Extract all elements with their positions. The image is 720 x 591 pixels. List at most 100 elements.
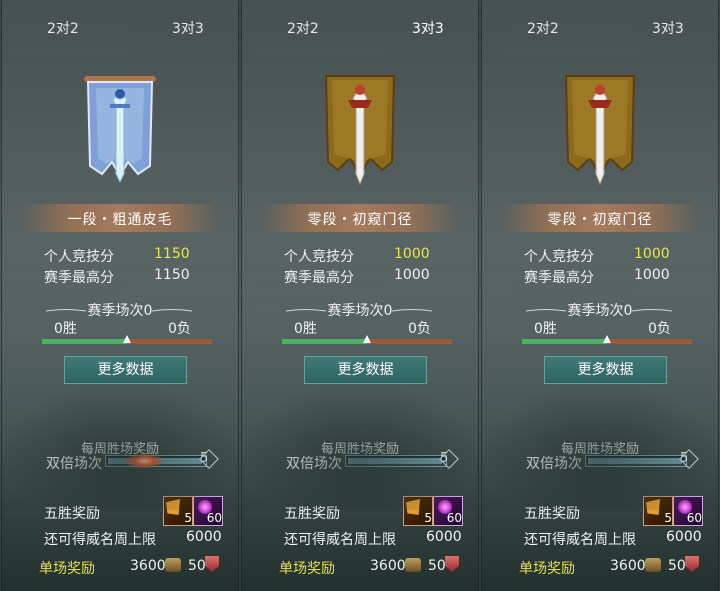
rank-name: 一段・粗通皮毛 <box>67 212 173 228</box>
wins-count: 0胜 <box>54 321 77 337</box>
double-games-label: 双倍场次 <box>46 456 102 472</box>
item-count: 60 <box>686 511 702 525</box>
season-high-value: 1000 <box>634 267 670 283</box>
honor-shield-icon <box>685 556 699 572</box>
five-win-label: 五胜奖励 <box>524 506 580 522</box>
tab-3v3[interactable]: 3对3 <box>390 14 466 38</box>
win-loss-bar <box>522 335 692 344</box>
rank-banner-sword-icon <box>564 75 636 186</box>
season-games: 赛季场次0 <box>87 303 153 319</box>
reputation-cap-label: 还可得威名周上限 <box>284 532 396 548</box>
honor-shield-icon <box>205 556 219 572</box>
treasure-chest-icon[interactable]: 5 <box>403 496 433 526</box>
season-high-label: 赛季最高分 <box>524 270 594 286</box>
purple-orb-icon[interactable]: 60 <box>433 496 463 526</box>
tab-3v3[interactable]: 3对3 <box>652 18 684 38</box>
tab-2v2[interactable]: 2对2 <box>287 18 319 38</box>
coin-value: 3600 <box>610 558 646 574</box>
reputation-cap-value: 6000 <box>666 529 702 545</box>
ornament-right-icon <box>632 309 672 312</box>
coin-icon <box>405 558 421 572</box>
win-loss-marker <box>123 335 131 343</box>
coin-icon <box>645 558 661 572</box>
rank-panel-1: 2对2 3对3 一段・粗通皮毛 个人竞技分 1150 赛季最高分 1150 赛季… <box>1 0 239 591</box>
honor-value: 50 <box>668 558 686 574</box>
five-win-label: 五胜奖励 <box>44 506 100 522</box>
double-games-bar <box>105 453 207 469</box>
double-track <box>588 458 682 464</box>
purple-orb-icon[interactable]: 60 <box>673 496 703 526</box>
single-reward-label: 单场奖励 <box>519 561 575 577</box>
personal-score-label: 个人竞技分 <box>284 249 354 265</box>
item-count: 5 <box>184 511 192 525</box>
five-win-label: 五胜奖励 <box>284 506 340 522</box>
more-data-button[interactable]: 更多数据 <box>544 356 667 384</box>
item-count: 5 <box>424 511 432 525</box>
personal-score-label: 个人竞技分 <box>44 249 114 265</box>
personal-score-value: 1000 <box>394 246 430 262</box>
season-games: 赛季场次0 <box>327 303 393 319</box>
item-count: 60 <box>206 511 222 525</box>
season-high-label: 赛季最高分 <box>284 270 354 286</box>
honor-shield-icon <box>445 556 459 572</box>
tab-2v2[interactable]: 2对2 <box>527 18 559 38</box>
coin-value: 3600 <box>370 558 406 574</box>
single-reward-label: 单场奖励 <box>279 561 335 577</box>
season-games: 赛季场次0 <box>567 303 633 319</box>
double-games-count: 5 <box>440 451 449 466</box>
tab-2v2[interactable]: 2对2 <box>47 18 79 38</box>
item-count: 60 <box>446 511 462 525</box>
pvp-rank-screen: 2对2 3对3 一段・粗通皮毛 个人竞技分 1150 赛季最高分 1150 赛季… <box>0 0 720 591</box>
rank-panel-3: 2对2 3对3 零段・初窥门径 个人竞技分 1000 赛季最高分 1000 赛季… <box>481 0 719 591</box>
double-games-bar <box>585 455 687 467</box>
more-data-button[interactable]: 更多数据 <box>64 356 187 384</box>
win-loss-marker <box>363 335 371 343</box>
wins-count: 0胜 <box>534 321 557 337</box>
wins-count: 0胜 <box>294 321 317 337</box>
more-data-button[interactable]: 更多数据 <box>304 356 427 384</box>
win-loss-bar <box>282 335 452 344</box>
personal-score-value: 1150 <box>154 246 190 262</box>
coin-icon <box>165 558 181 572</box>
reputation-cap-label: 还可得威名周上限 <box>524 532 636 548</box>
win-loss-marker <box>603 335 611 343</box>
personal-score-value: 1000 <box>634 246 670 262</box>
item-count: 5 <box>664 511 672 525</box>
reputation-cap-value: 6000 <box>426 529 462 545</box>
treasure-chest-icon[interactable]: 5 <box>163 496 193 526</box>
reputation-cap-label: 还可得威名周上限 <box>44 532 156 548</box>
treasure-chest-icon[interactable]: 5 <box>643 496 673 526</box>
double-games-label: 双倍场次 <box>286 456 342 472</box>
losses-count: 0负 <box>168 321 191 337</box>
win-fill <box>522 339 607 344</box>
tab-3v3[interactable]: 3对3 <box>172 18 204 38</box>
double-track <box>348 458 442 464</box>
rank-title-bar: 零段・初窥门径 <box>262 204 458 232</box>
win-loss-bar <box>42 335 212 344</box>
season-high-value: 1150 <box>154 267 190 283</box>
season-high-value: 1000 <box>394 267 430 283</box>
rank-title-bar: 零段・初窥门径 <box>502 204 698 232</box>
double-games-label: 双倍场次 <box>526 456 582 472</box>
rank-title-bar: 一段・粗通皮毛 <box>22 204 218 232</box>
rank-panel-2: 2对2 3对3 零段・初窥门径 个人竞技分 1000 赛季最高分 1000 赛季… <box>241 0 479 591</box>
rank-name: 零段・初窥门径 <box>547 212 653 228</box>
double-games-count: 5 <box>680 451 689 466</box>
win-fill <box>282 339 367 344</box>
rank-banner-sword-icon <box>84 76 156 184</box>
coin-value: 3600 <box>130 558 166 574</box>
season-high-label: 赛季最高分 <box>44 270 114 286</box>
ornament-right-icon <box>152 309 192 312</box>
honor-value: 50 <box>428 558 446 574</box>
ornament-right-icon <box>392 309 432 312</box>
single-reward-label: 单场奖励 <box>39 561 95 577</box>
win-fill <box>42 339 127 344</box>
double-games-bar <box>345 455 447 467</box>
losses-count: 0负 <box>648 321 671 337</box>
double-games-count: 5 <box>200 451 209 466</box>
mode-tabs: 2对2 3对3 <box>482 18 718 44</box>
double-glow <box>124 453 164 469</box>
purple-orb-icon[interactable]: 60 <box>193 496 223 526</box>
personal-score-label: 个人竞技分 <box>524 249 594 265</box>
mode-tabs: 2对2 3对3 <box>2 18 238 44</box>
